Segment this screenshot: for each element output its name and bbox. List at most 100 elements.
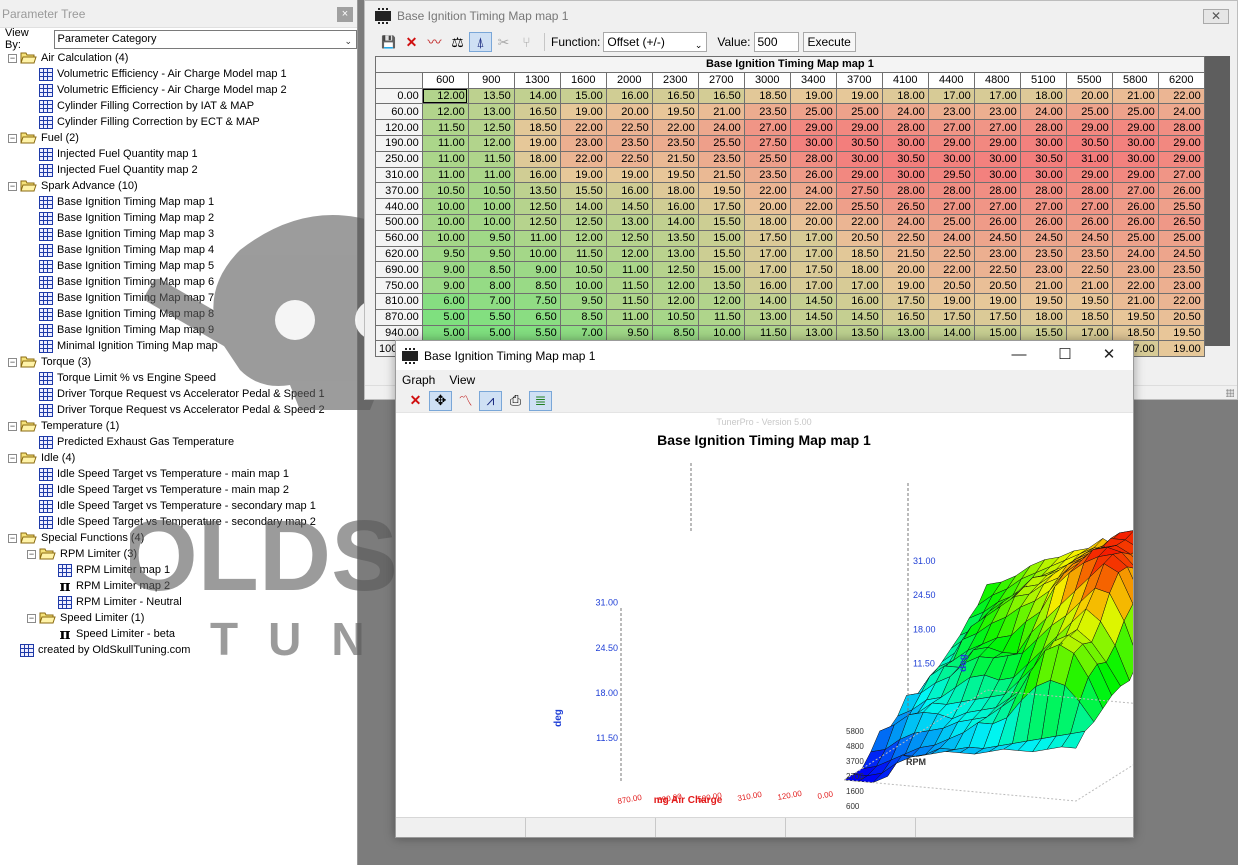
table-cell[interactable]: 28.00 [973, 182, 1021, 200]
table-cell[interactable]: 17.00 [789, 277, 837, 294]
table-cell[interactable]: 12.50 [559, 213, 607, 231]
tree-folder[interactable]: − Air Calculation (4) [8, 50, 128, 66]
tree-folder[interactable]: − Fuel (2) [8, 130, 79, 146]
table-cell[interactable]: 24.00 [697, 119, 745, 136]
tree-item[interactable]: Injected Fuel Quantity map 2 [39, 162, 198, 178]
table-cell[interactable]: 9.50 [467, 229, 515, 247]
table-cell[interactable]: 23.50 [743, 103, 791, 121]
table-cell[interactable]: 12.00 [421, 87, 469, 105]
table-cell[interactable]: 11.00 [467, 166, 515, 184]
table-cell[interactable]: 13.50 [513, 182, 561, 200]
collapse-icon[interactable]: − [8, 133, 17, 143]
tree-item[interactable]: Volumetric Efficiency - Air Charge Model… [39, 66, 287, 82]
tree-item[interactable]: Base Ignition Timing Map map 7 [39, 290, 214, 306]
value-input[interactable]: 500 [753, 32, 799, 52]
table-cell[interactable]: 17.00 [743, 261, 791, 279]
table-cell[interactable]: 22.00 [743, 182, 791, 200]
row-header[interactable]: 0.00 [375, 87, 423, 105]
table-cell[interactable]: 21.00 [1019, 277, 1067, 294]
table-cell[interactable]: 24.50 [1065, 229, 1113, 247]
table-cell[interactable]: 28.00 [881, 182, 929, 200]
table-cell[interactable]: 23.00 [1157, 277, 1205, 294]
table-cell[interactable]: 19.00 [881, 277, 929, 294]
table-cell[interactable]: 18.50 [743, 87, 791, 105]
close-icon[interactable]: × [337, 7, 353, 22]
table-cell[interactable]: 14.00 [743, 292, 791, 310]
table-cell[interactable]: 18.00 [743, 213, 791, 231]
table-cell[interactable]: 30.00 [1019, 166, 1067, 184]
table-cell[interactable]: 9.50 [467, 245, 515, 263]
row-header[interactable]: 810.00 [375, 292, 423, 310]
collapse-icon[interactable]: − [27, 613, 36, 623]
table-cell[interactable]: 16.50 [513, 103, 561, 121]
table-cell[interactable]: 16.00 [835, 292, 883, 310]
table-cell[interactable]: 29.00 [927, 134, 975, 152]
delete-icon[interactable]: ✕ [404, 391, 427, 411]
table-cell[interactable]: 29.00 [835, 119, 883, 136]
tree-folder[interactable]: − Temperature (1) [8, 418, 119, 434]
save-icon[interactable]: 💾 [377, 32, 400, 52]
table-cell[interactable]: 20.50 [973, 277, 1021, 294]
table-cell[interactable]: 17.00 [973, 87, 1021, 105]
table-cell[interactable]: 26.50 [1157, 213, 1205, 231]
table-cell[interactable]: 17.50 [881, 292, 929, 310]
table-cell[interactable]: 16.00 [605, 182, 653, 200]
table-cell[interactable]: 27.00 [1019, 198, 1067, 215]
table-cell[interactable]: 25.00 [1111, 103, 1159, 121]
tree-item[interactable]: Torque Limit % vs Engine Speed [39, 370, 216, 386]
table-cell[interactable]: 11.50 [697, 308, 745, 326]
table-cell[interactable]: 10.00 [697, 324, 745, 342]
table-cell[interactable]: 10.50 [467, 182, 515, 200]
table-cell[interactable]: 29.00 [1157, 134, 1205, 152]
table-cell[interactable]: 22.50 [1065, 261, 1113, 279]
tree-item[interactable]: RPM Limiter map 1 [58, 562, 170, 578]
table-cell[interactable]: 30.00 [1111, 150, 1159, 168]
menu-view[interactable]: View [449, 373, 475, 387]
execute-button[interactable]: Execute [802, 32, 856, 52]
table-cell[interactable]: 24.00 [789, 182, 837, 200]
column-header[interactable]: 3700 [835, 71, 883, 89]
chevron-down-icon[interactable]: ⌄ [695, 36, 703, 54]
table-cell[interactable]: 19.00 [789, 87, 837, 105]
table-cell[interactable]: 10.50 [559, 261, 607, 279]
tree-item[interactable]: Base Ignition Timing Map map 8 [39, 306, 214, 322]
table-cell[interactable]: 15.00 [697, 229, 745, 247]
table-cell[interactable]: 25.00 [1157, 229, 1205, 247]
table-cell[interactable]: 10.50 [651, 308, 699, 326]
table-cell[interactable]: 5.00 [421, 308, 469, 326]
table-cell[interactable]: 13.50 [651, 229, 699, 247]
table-cell[interactable]: 24.00 [927, 229, 975, 247]
table-cell[interactable]: 23.00 [1111, 261, 1159, 279]
table-cell[interactable]: 27.00 [1065, 198, 1113, 215]
column-header[interactable]: 2300 [651, 71, 699, 89]
table-cell[interactable]: 11.00 [605, 308, 653, 326]
collapse-icon[interactable]: − [8, 357, 17, 367]
table-cell[interactable]: 6.00 [421, 292, 469, 310]
table-cell[interactable]: 13.00 [789, 324, 837, 342]
table-cell[interactable]: 20.00 [1065, 87, 1113, 105]
table-cell[interactable]: 11.50 [467, 150, 515, 168]
table-cell[interactable]: 11.00 [605, 261, 653, 279]
row-header[interactable]: 560.00 [375, 229, 423, 247]
table-cell[interactable]: 14.50 [605, 198, 653, 215]
column-header[interactable]: 3000 [743, 71, 791, 89]
table-cell[interactable]: 10.00 [513, 245, 561, 263]
table-cell[interactable]: 21.50 [697, 166, 745, 184]
table-cell[interactable]: 29.00 [1065, 166, 1113, 184]
table-cell[interactable]: 10.00 [421, 198, 469, 215]
table-cell[interactable]: 11.50 [559, 245, 607, 263]
column-header[interactable]: 900 [467, 71, 515, 89]
table-cell[interactable]: 22.00 [835, 213, 883, 231]
cut-icon[interactable]: ✂ [492, 32, 515, 52]
table-cell[interactable]: 17.50 [927, 308, 975, 326]
table-cell[interactable]: 8.50 [467, 261, 515, 279]
column-header[interactable]: 1300 [513, 71, 561, 89]
table-cell[interactable]: 29.00 [973, 134, 1021, 152]
table-cell[interactable]: 26.50 [881, 198, 929, 215]
table-cell[interactable]: 17.00 [927, 87, 975, 105]
table-cell[interactable]: 21.00 [1111, 292, 1159, 310]
table-cell[interactable]: 20.50 [1157, 308, 1205, 326]
row-header[interactable]: 120.00 [375, 119, 423, 136]
table-cell[interactable]: 11.50 [421, 119, 469, 136]
close-button[interactable]: ✕ [1087, 345, 1131, 365]
